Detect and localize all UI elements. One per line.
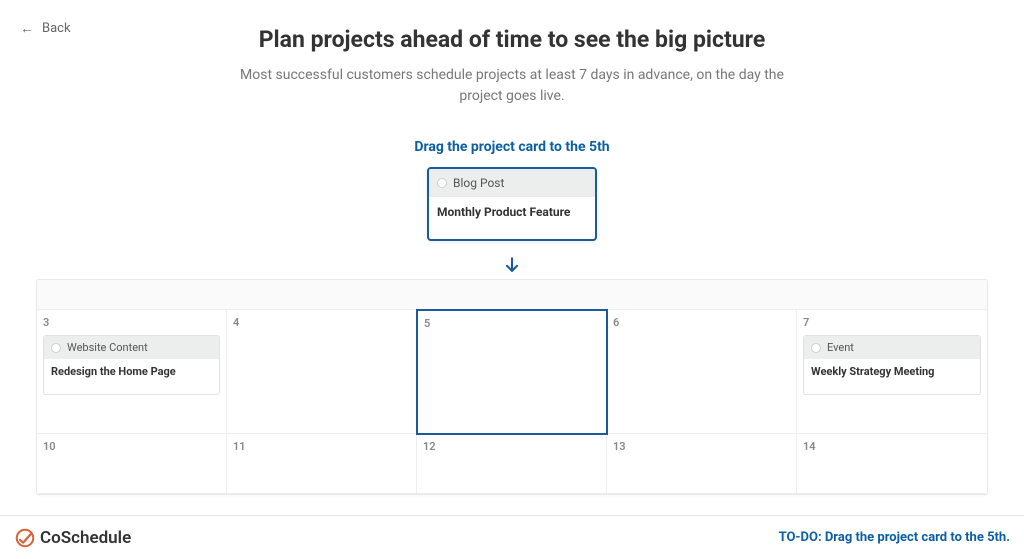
calendar-cell-day-4[interactable]: 4 [227, 310, 417, 434]
coschedule-logo[interactable]: CoSchedule [14, 527, 131, 549]
calendar-cell-day-5-drop-target[interactable]: 5 [416, 309, 608, 435]
status-dot-icon [51, 343, 61, 353]
day-number: 12 [423, 440, 600, 453]
day-number: 13 [613, 440, 790, 453]
draggable-project-card[interactable]: Blog Post Monthly Product Feature [427, 167, 597, 241]
calendar-cell-day-3[interactable]: 3 Website Content Redesign the Home Page [37, 310, 227, 434]
calendar-cell-day-13[interactable]: 13 [607, 434, 797, 494]
status-dot-icon [811, 343, 821, 353]
project-card-header: Blog Post [429, 169, 595, 197]
calendar-cell-day-11[interactable]: 11 [227, 434, 417, 494]
calendar-cell-day-14[interactable]: 14 [797, 434, 987, 494]
calendar-row-2: 10 11 12 13 14 [37, 434, 987, 494]
status-dot-icon [437, 178, 447, 188]
day-number: 14 [803, 440, 981, 453]
project-card-type: Blog Post [453, 176, 504, 190]
day-number: 11 [233, 440, 410, 453]
project-card-event[interactable]: Event Weekly Strategy Meeting [803, 335, 981, 395]
project-card-type: Website Content [67, 341, 148, 354]
project-card-website-content[interactable]: Website Content Redesign the Home Page [43, 335, 220, 395]
instruction-text: Drag the project card to the 5th [0, 139, 1024, 155]
calendar-cell-day-10[interactable]: 10 [37, 434, 227, 494]
day-number: 7 [803, 316, 981, 329]
page-subtitle: Most successful customers schedule proje… [232, 65, 792, 107]
footer-todo-text: TO-DO: Drag the project card to the 5th. [779, 530, 1010, 545]
calendar-header-bar [37, 280, 987, 310]
coschedule-logo-icon [14, 527, 36, 549]
project-card-header: Event [804, 336, 980, 359]
back-button[interactable]: ← Back [20, 20, 71, 37]
calendar: 3 Website Content Redesign the Home Page… [36, 279, 988, 495]
day-number: 6 [613, 316, 790, 329]
arrow-down-icon [0, 255, 1024, 279]
project-card-title: Monthly Product Feature [429, 197, 595, 239]
project-card-header: Website Content [44, 336, 219, 359]
project-card-type: Event [827, 341, 854, 354]
day-number: 4 [233, 316, 410, 329]
day-number: 3 [43, 316, 220, 329]
calendar-row-1: 3 Website Content Redesign the Home Page… [37, 310, 987, 434]
back-label: Back [42, 21, 71, 36]
footer-bar: CoSchedule TO-DO: Drag the project card … [0, 515, 1024, 559]
page-title: Plan projects ahead of time to see the b… [0, 26, 1024, 53]
page-header: Plan projects ahead of time to see the b… [0, 0, 1024, 107]
logo-text: CoSchedule [40, 528, 131, 548]
calendar-cell-day-6[interactable]: 6 [607, 310, 797, 434]
calendar-cell-day-7[interactable]: 7 Event Weekly Strategy Meeting [797, 310, 987, 434]
project-card-title: Weekly Strategy Meeting [804, 359, 980, 394]
project-card-title: Redesign the Home Page [44, 359, 219, 394]
calendar-cell-day-12[interactable]: 12 [417, 434, 607, 494]
day-number: 5 [424, 317, 600, 330]
day-number: 10 [43, 440, 220, 453]
arrow-left-icon: ← [20, 20, 34, 37]
